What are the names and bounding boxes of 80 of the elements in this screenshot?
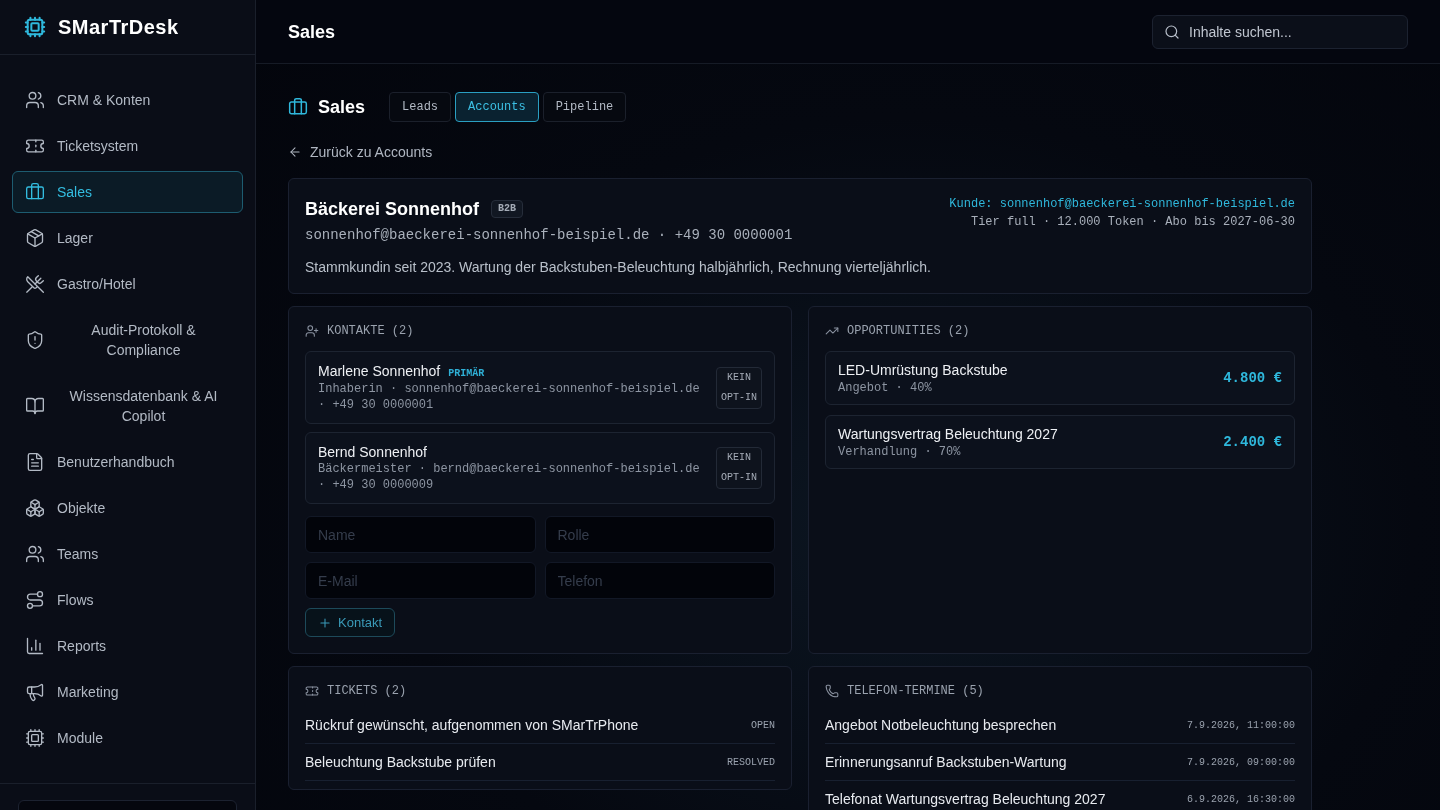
account-type-badge: B2B	[491, 200, 524, 218]
search-field[interactable]: Inhalte suchen...	[1152, 14, 1408, 49]
contact-details: Inhaberin · sonnenhof@baeckerei-sonnenhof-beispiel.de · +49 30 0000001	[318, 381, 701, 413]
contact-details: Bäckermeister · bernd@baeckerei-sonnenhof-beispiel.de · +49 30 0000009	[318, 461, 701, 493]
section-heading: Sales	[318, 96, 366, 119]
opportunity-details: Verhandlung · 70%	[838, 444, 962, 460]
section-title: OPPORTUNITIES (2)	[847, 323, 970, 339]
account-contact-line: sonnenhof@baeckerei-sonnenhof-beispiel.de · +49 30 0000001	[305, 226, 793, 245]
opportunity-title: LED-Umrüstung Backstube	[838, 361, 1008, 380]
input-field[interactable]: Telefon	[544, 562, 775, 599]
tab[interactable]: Leads	[389, 92, 452, 122]
megaphone-icon	[25, 682, 45, 702]
section-title: TELEFON-TERMINE (5)	[847, 683, 984, 699]
appointment-time: 6.9.2026, 16:30:00	[1186, 792, 1295, 807]
opportunity-details: Angebot · 40%	[838, 380, 933, 396]
sidebar-item[interactable]: Audit-Protokoll & Compliance	[12, 309, 243, 371]
input-field[interactable]: Name	[305, 516, 536, 553]
ticket-icon	[305, 684, 319, 698]
input-field[interactable]: Rolle	[544, 516, 775, 553]
opportunity-amount: 2.400 €	[1223, 433, 1282, 452]
user-plus-icon	[305, 324, 319, 338]
sidebar-item[interactable]: Marketing	[12, 671, 243, 713]
sidebar-item[interactable]: Reports	[12, 625, 243, 667]
ticket-status: OPEN	[751, 718, 775, 733]
sidebar-item[interactable]: Teams	[12, 533, 243, 575]
sidebar-item[interactable]: Wissensdatenbank & AI Copilot	[12, 375, 243, 437]
brand-name: SMarTrDesk	[58, 15, 179, 40]
package-icon	[25, 228, 45, 248]
appointment-time: 7.9.2026, 11:00:00	[1186, 718, 1295, 733]
section-title: TICKETS (2)	[327, 683, 407, 699]
users-icon	[25, 544, 45, 564]
add-contact-button[interactable]: Kontakt	[305, 608, 396, 637]
chip-icon	[25, 728, 45, 748]
contact-name: Marlene Sonnenhof	[318, 362, 441, 380]
sidebar-item[interactable]: CRM & Konten	[12, 79, 243, 121]
boxes-icon	[25, 498, 45, 518]
appointment-title: Angebot Notbeleuchtung besprechen	[825, 716, 1057, 735]
opportunity-amount: 4.800 €	[1223, 369, 1282, 388]
sidebar-item[interactable]: Gastro/Hotel	[12, 263, 243, 305]
consent-badge: KEIN OPT-IN	[716, 447, 762, 489]
opportunity-title: Wartungsvertrag Beleuchtung 2027	[838, 425, 1058, 444]
briefcase-icon	[288, 97, 308, 117]
customer-email: Kunde: sonnenhof@baeckerei-sonnenhof-beispiel.de	[949, 196, 1295, 213]
appointment-time: 7.9.2026, 09:00:00	[1186, 755, 1295, 770]
phone-icon	[825, 684, 839, 698]
tab[interactable]: Accounts	[455, 92, 539, 122]
bar-chart-icon	[25, 636, 45, 656]
sidebar-item[interactable]: Sales	[12, 171, 243, 213]
book-icon	[25, 396, 45, 416]
sidebar-item[interactable]: Lager	[12, 217, 243, 259]
ticket-title: Rückruf gewünscht, aufgenommen von SMarTrPhone	[305, 716, 639, 735]
sidebar-item[interactable]: Ticketsystem	[12, 125, 243, 167]
appointment-title: Telefonat Wartungsvertrag Beleuchtung 2027	[825, 790, 1106, 809]
route-icon	[25, 590, 45, 610]
consent-badge: KEIN OPT-IN	[716, 366, 762, 409]
fork-knife-icon	[25, 274, 45, 294]
shield-icon	[25, 330, 45, 350]
chip-logo-icon	[24, 16, 46, 38]
ticket-title: Beleuchtung Backstube prüfen	[305, 753, 496, 772]
search-icon	[1164, 23, 1180, 40]
appointment-title: Erinnerungsanruf Backstuben-Wartung	[825, 753, 1067, 772]
users-icon	[25, 90, 45, 110]
back-link[interactable]: Zurück zu Accounts	[288, 142, 433, 162]
ticket-status: RESOLVED	[727, 755, 775, 770]
plan-info: Tier full · 12.000 Token · Abo bis 2027-06-30	[969, 214, 1295, 231]
briefcase-icon	[25, 182, 45, 202]
input-field[interactable]: E-Mail	[305, 562, 536, 599]
plus-icon	[318, 615, 332, 630]
sidebar-item[interactable]: Objekte	[12, 487, 243, 529]
tab[interactable]: Pipeline	[542, 92, 627, 122]
account-note: Stammkundin seit 2023. Wartung der Backstuben-Beleuchtung halbjährlich, Rechnung vierteljährlich.	[305, 258, 932, 277]
sidebar-item[interactable]: Module	[12, 717, 243, 759]
primary-label: PRIMÄR	[448, 366, 485, 381]
contact-name: Bernd Sonnenhof	[318, 443, 427, 461]
section-title: KONTAKTE (2)	[327, 323, 414, 339]
sidebar-item[interactable]: Flows	[12, 579, 243, 621]
account-name: Bäckerei Sonnenhof	[305, 198, 480, 221]
page-title: Sales	[288, 20, 336, 44]
sidebar-item[interactable]: Benutzerhandbuch	[12, 441, 243, 483]
document-icon	[25, 452, 45, 472]
